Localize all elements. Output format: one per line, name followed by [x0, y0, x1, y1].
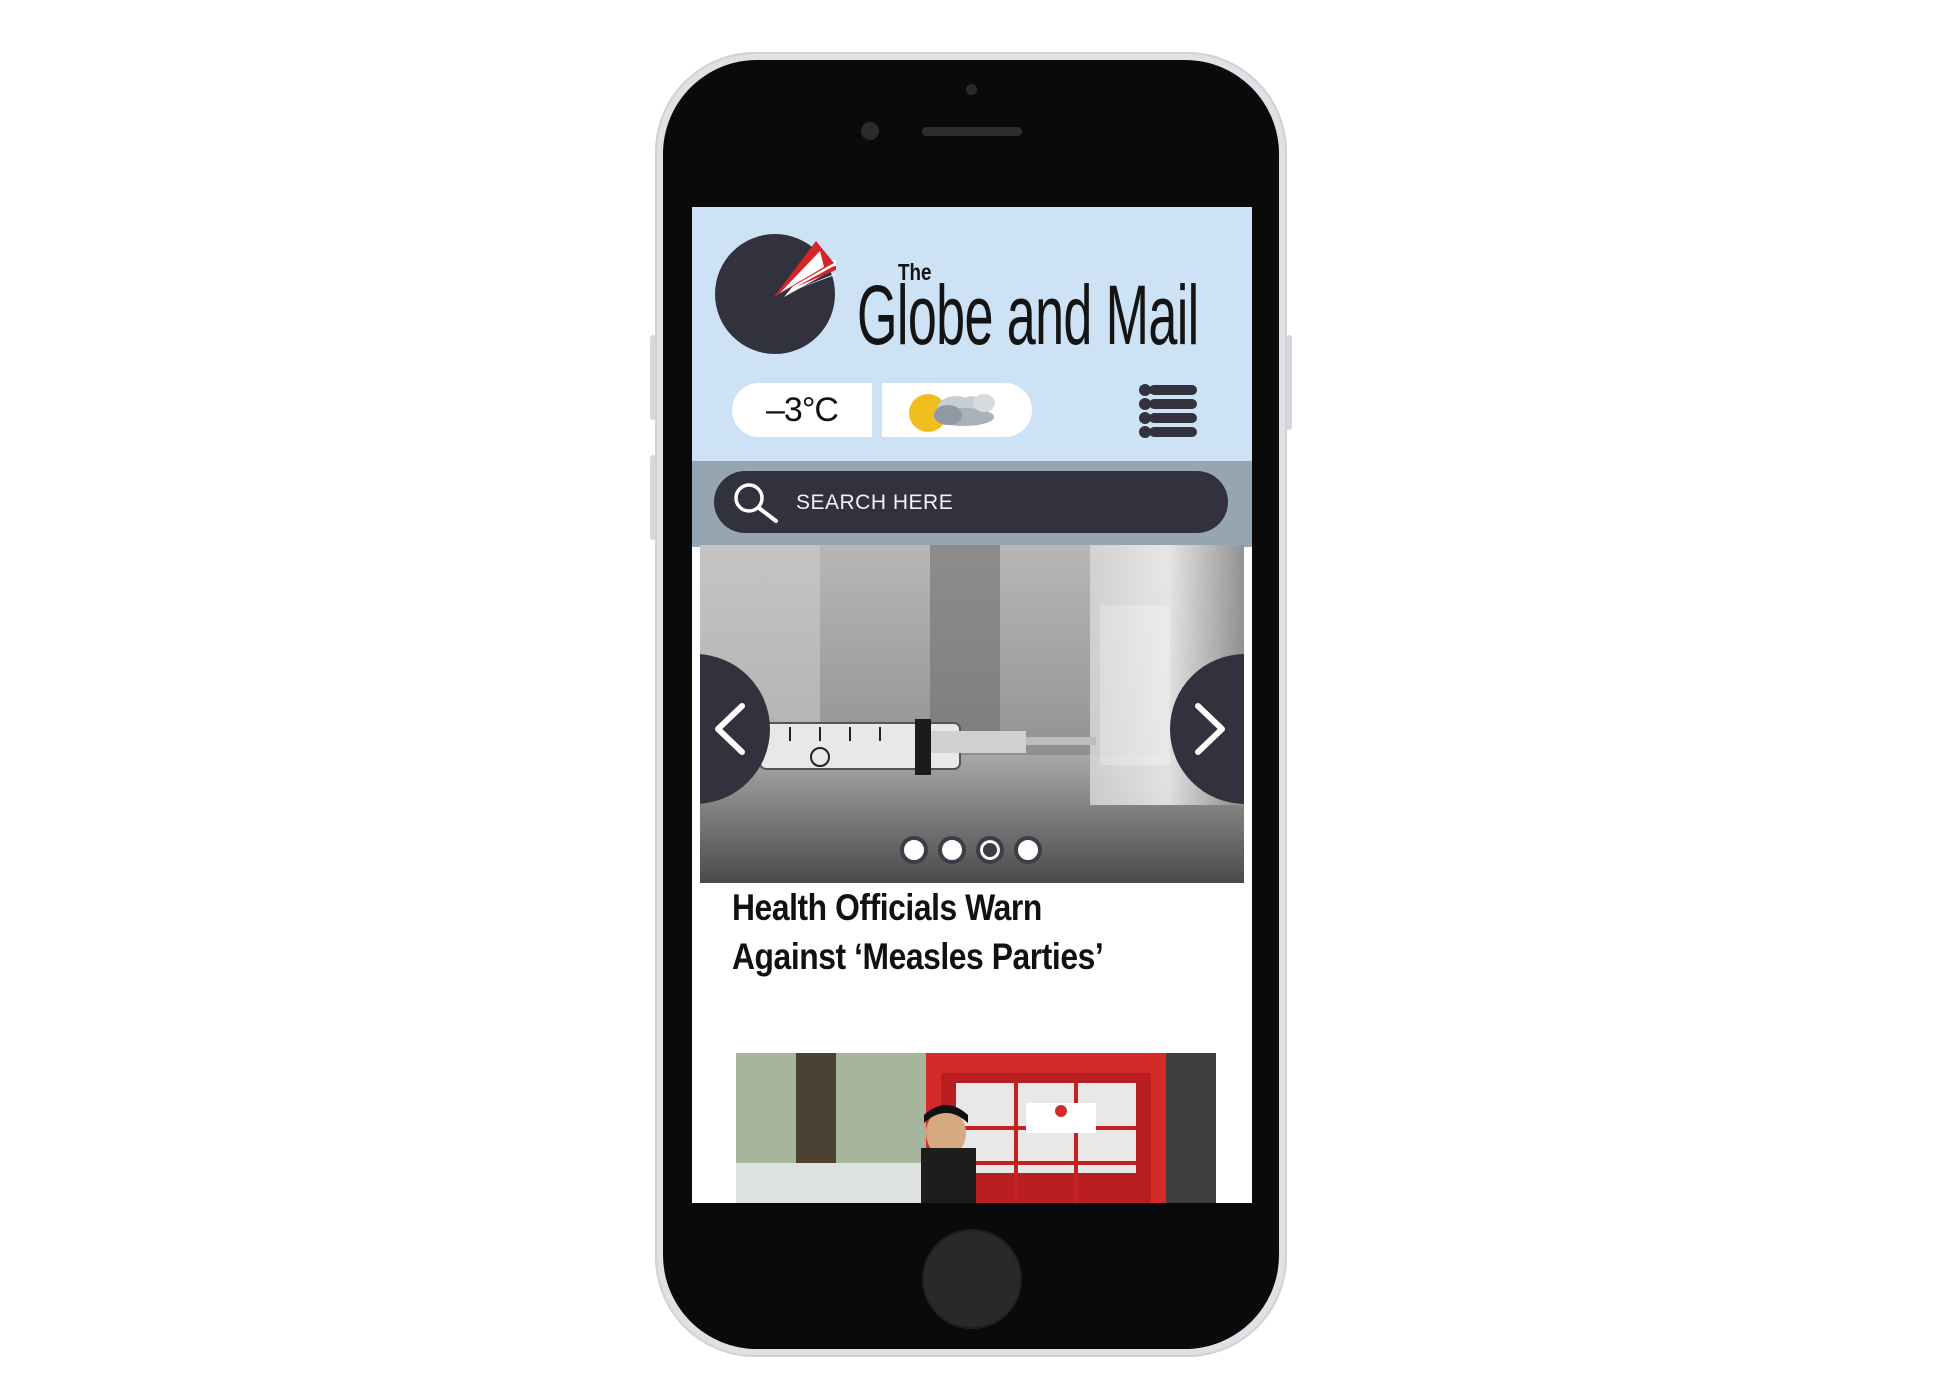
hero-carousel [700, 545, 1244, 883]
carousel-dot-1[interactable] [900, 836, 928, 864]
carousel-pagination [900, 836, 1050, 864]
temperature-readout: –3°C [732, 383, 872, 437]
search-input[interactable] [794, 481, 1198, 525]
front-camera [861, 122, 879, 140]
search-bar[interactable] [714, 471, 1228, 533]
carousel-dot-4[interactable] [1014, 836, 1042, 864]
proximity-sensor [966, 84, 977, 95]
partly-cloudy-icon [909, 394, 995, 432]
earpiece-speaker [922, 127, 1022, 136]
search-bar-section [692, 461, 1252, 547]
search-icon[interactable] [732, 481, 782, 525]
carousel-dot-3[interactable] [976, 836, 1004, 864]
phone-screen: The Globe and Mail –3°C SEARCH HERE Heal… [692, 207, 1252, 1203]
masthead-title[interactable]: Globe and Mail [857, 273, 1199, 357]
article-image-phone-booth[interactable] [736, 1053, 1216, 1203]
article-headline[interactable]: Health Officials Warn Against ‘Measles P… [732, 883, 1145, 981]
chevron-right-icon [1195, 703, 1225, 755]
site-header: The Globe and Mail –3°C [692, 207, 1252, 461]
chevron-left-icon [715, 703, 745, 755]
hero-image-syringe [700, 545, 1244, 883]
weather-condition[interactable] [882, 383, 1032, 437]
list-menu-icon[interactable] [1136, 381, 1200, 441]
mockup-stage: The Globe and Mail –3°C SEARCH HERE Heal… [0, 0, 1944, 1389]
home-button[interactable] [922, 1229, 1022, 1329]
globe-logo-icon[interactable] [714, 233, 836, 355]
carousel-dot-2[interactable] [938, 836, 966, 864]
